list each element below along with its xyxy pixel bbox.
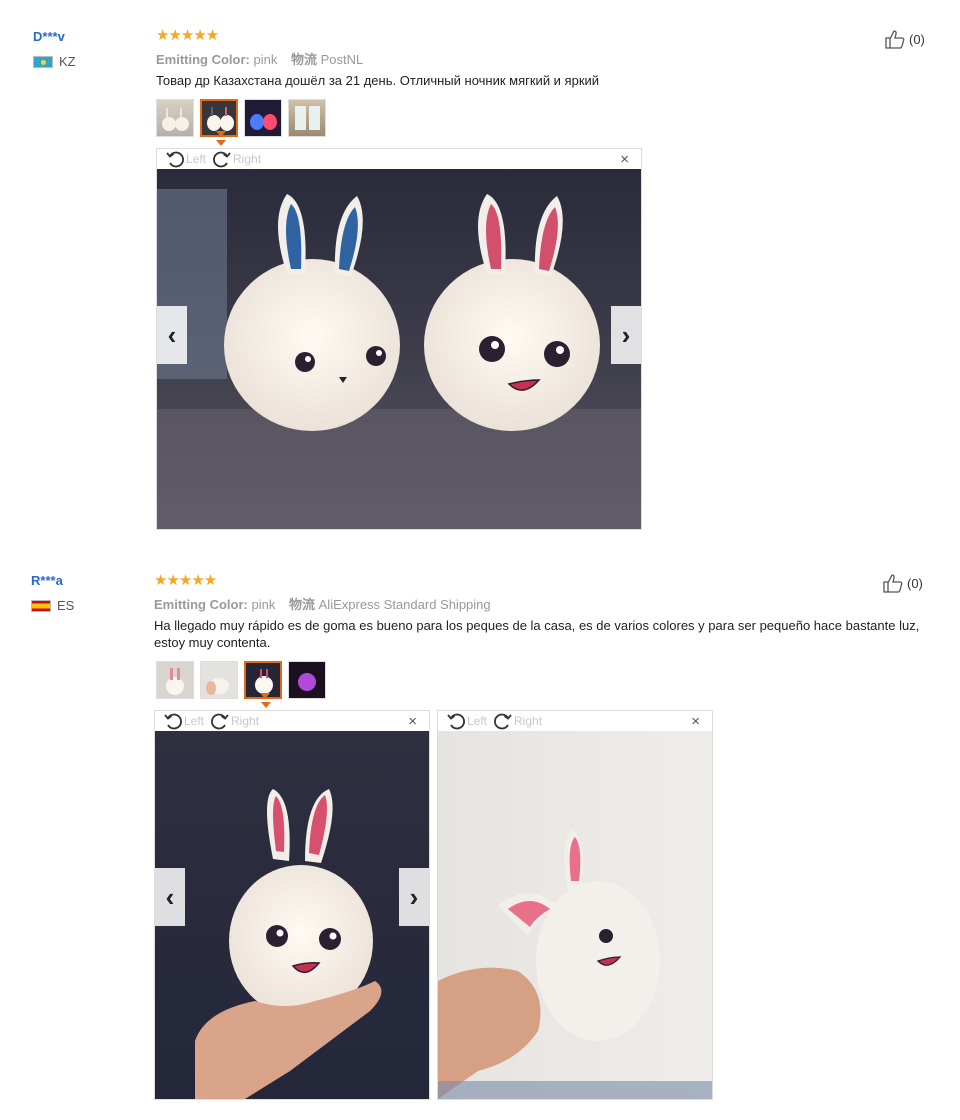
rotate-right-label: Right: [231, 714, 260, 728]
star-rating: ★★★★★: [156, 27, 219, 44]
reviewer-name[interactable]: R***a: [31, 573, 63, 588]
es-flag-icon: [31, 599, 51, 612]
viewer-toolbar: Left Right ×: [157, 149, 641, 169]
selected-caret: [260, 693, 270, 697]
color-label: Emitting Color:: [156, 52, 250, 67]
next-image-button[interactable]: ›: [399, 868, 429, 926]
color-label: Emitting Color:: [154, 597, 248, 612]
review-thumbnail[interactable]: [244, 99, 282, 137]
reviewer-name[interactable]: D***v: [33, 29, 65, 44]
rotate-right-button[interactable]: Right: [493, 712, 542, 730]
rotate-left-button[interactable]: Left: [163, 712, 204, 730]
rotate-left-icon: [164, 713, 182, 730]
review-photo: [438, 731, 712, 1099]
review-meta: Emitting Color: pink 物流 PostNL: [156, 49, 363, 68]
thumbs-up-icon: [885, 30, 905, 49]
close-icon[interactable]: ×: [408, 713, 417, 730]
bunny-lamp-hand-image: [195, 789, 382, 1099]
chevron-right-icon: ›: [409, 881, 419, 912]
shipping-label: 物流: [289, 597, 316, 612]
rotate-right-button[interactable]: Right: [212, 150, 261, 168]
image-viewer-2: Left Right ×: [437, 710, 713, 1100]
helpful-count: (0): [907, 575, 923, 591]
image-viewer: Left Right × ‹ ›: [156, 148, 642, 530]
thumbs-up-icon: [883, 574, 903, 593]
rotate-left-button[interactable]: Left: [165, 150, 206, 168]
country-code: ES: [57, 598, 75, 613]
chevron-left-icon: ‹: [165, 881, 175, 912]
shipping-label: 物流: [291, 52, 318, 67]
thumb-pointer: [216, 140, 226, 146]
review-thumbnail[interactable]: [156, 661, 194, 699]
shipping-value: AliExpress Standard Shipping: [318, 597, 491, 612]
close-icon[interactable]: ×: [691, 713, 700, 730]
review-thumbnail[interactable]: [200, 661, 238, 699]
viewer-toolbar: Left Right ×: [155, 711, 429, 731]
color-value: pink: [253, 52, 278, 67]
reviewer-country: KZ: [33, 54, 76, 69]
rotate-left-icon: [166, 151, 184, 168]
thumbnail-strip: [156, 661, 326, 699]
shipping-value: PostNL: [320, 52, 364, 67]
review-photo: ‹ ›: [155, 731, 429, 1099]
helpful-button[interactable]: (0): [884, 29, 925, 49]
next-image-button[interactable]: ›: [611, 306, 641, 364]
review-thumbnail[interactable]: [156, 99, 194, 137]
rotate-right-icon: [494, 713, 512, 730]
color-value: pink: [251, 597, 276, 612]
close-icon[interactable]: ×: [620, 151, 629, 168]
rotate-left-label: Left: [467, 714, 488, 728]
rotate-left-label: Left: [186, 152, 207, 166]
chevron-left-icon: ‹: [167, 319, 177, 350]
chevron-right-icon: ›: [621, 319, 631, 350]
rotate-left-button[interactable]: Left: [446, 712, 487, 730]
review-text: Ha llegado muy rápido es de goma es buen…: [154, 618, 920, 650]
review-thumbnail[interactable]: [288, 661, 326, 699]
prev-image-button[interactable]: ‹: [155, 868, 185, 926]
viewer-toolbar: Left Right ×: [438, 711, 712, 731]
rotate-right-label: Right: [514, 714, 543, 728]
review-thumbnail-selected[interactable]: [200, 99, 238, 137]
prev-image-button[interactable]: ‹: [157, 306, 187, 364]
selected-caret: [216, 131, 226, 135]
rotate-right-icon: [213, 151, 231, 168]
bunny-lamps-image: [157, 189, 641, 529]
helpful-button[interactable]: (0): [882, 573, 923, 593]
rotate-left-label: Left: [184, 714, 205, 728]
reviewer-country: ES: [31, 598, 74, 613]
rotate-left-icon: [447, 713, 465, 730]
review-photo: ‹ ›: [157, 169, 641, 529]
image-viewer: Left Right × ‹ ›: [154, 710, 430, 1100]
review-meta: Emitting Color: pink 物流 AliExpress Stand…: [154, 594, 491, 613]
review-thumbnail-selected[interactable]: [244, 661, 282, 699]
rotate-right-button[interactable]: Right: [210, 712, 259, 730]
bunny-lamp-squeeze-image: [438, 829, 712, 1099]
star-rating: ★★★★★: [154, 572, 217, 589]
helpful-count: (0): [909, 31, 925, 47]
rotate-right-label: Right: [233, 152, 262, 166]
review-text: Товар др Казахстана дошёл за 21 день. От…: [156, 73, 600, 88]
review-thumbnail[interactable]: [288, 99, 326, 137]
thumb-pointer: [261, 702, 271, 708]
country-code: KZ: [59, 54, 76, 69]
kz-flag-icon: [33, 55, 53, 68]
rotate-right-icon: [211, 713, 229, 730]
thumbnail-strip: [156, 99, 326, 137]
